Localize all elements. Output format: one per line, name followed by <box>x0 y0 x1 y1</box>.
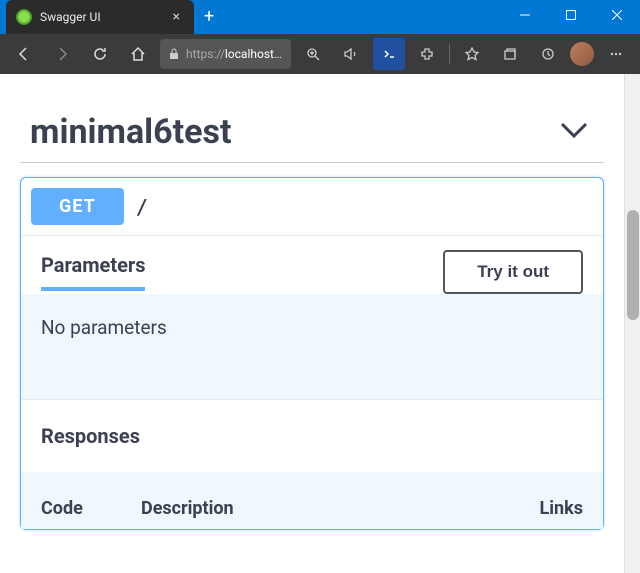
responses-header: Responses <box>21 399 603 472</box>
parameters-tab[interactable]: Parameters <box>41 253 145 291</box>
more-menu-icon[interactable] <box>600 38 632 70</box>
col-code: Code <box>41 498 141 519</box>
chevron-down-icon[interactable] <box>554 115 594 149</box>
back-button[interactable] <box>8 38 40 70</box>
toolbar-divider <box>449 44 450 64</box>
http-method-badge: GET <box>31 188 124 225</box>
browser-tab[interactable]: Swagger UI × <box>6 0 194 34</box>
parameters-header: Parameters Try it out <box>21 235 603 294</box>
swagger-favicon-icon <box>16 9 32 25</box>
scrollbar-thumb[interactable] <box>627 210 639 320</box>
terminal-icon[interactable] <box>373 38 405 70</box>
history-icon[interactable] <box>532 38 564 70</box>
close-tab-icon[interactable]: × <box>169 7 184 27</box>
operation-summary[interactable]: GET / <box>21 178 603 235</box>
col-links: Links <box>483 498 583 519</box>
browser-toolbar: https://localhost:5001... <box>0 34 640 74</box>
api-header[interactable]: minimal6test <box>20 94 604 163</box>
tab-title: Swagger UI <box>40 10 161 24</box>
refresh-button[interactable] <box>84 38 116 70</box>
window-controls <box>502 0 640 30</box>
operation-block: GET / Parameters Try it out No parameter… <box>20 177 604 530</box>
forward-button[interactable] <box>46 38 78 70</box>
profile-avatar[interactable] <box>570 42 594 66</box>
zoom-icon[interactable] <box>297 38 329 70</box>
url-text: https://localhost:5001... <box>186 47 283 61</box>
api-title: minimal6test <box>30 112 232 152</box>
operation-path: / <box>136 195 148 219</box>
no-parameters-text: No parameters <box>41 316 167 339</box>
new-tab-button[interactable]: + <box>194 0 224 33</box>
favorites-icon[interactable] <box>456 38 488 70</box>
read-aloud-icon[interactable] <box>335 38 367 70</box>
minimize-button[interactable] <box>502 0 548 30</box>
vertical-scrollbar[interactable] <box>624 74 640 573</box>
window-titlebar: Swagger UI × + <box>0 0 640 34</box>
extensions-icon[interactable] <box>411 38 443 70</box>
responses-table-header: Code Description Links <box>21 472 603 529</box>
try-it-out-button[interactable]: Try it out <box>443 250 583 294</box>
address-bar[interactable]: https://localhost:5001... <box>160 39 291 69</box>
maximize-button[interactable] <box>548 0 594 30</box>
col-description: Description <box>141 498 483 519</box>
parameters-body: No parameters <box>21 294 603 399</box>
lock-icon <box>168 48 180 60</box>
collections-icon[interactable] <box>494 38 526 70</box>
close-window-button[interactable] <box>594 0 640 30</box>
home-button[interactable] <box>122 38 154 70</box>
page-content: minimal6test GET / Parameters Try it out… <box>0 74 624 573</box>
